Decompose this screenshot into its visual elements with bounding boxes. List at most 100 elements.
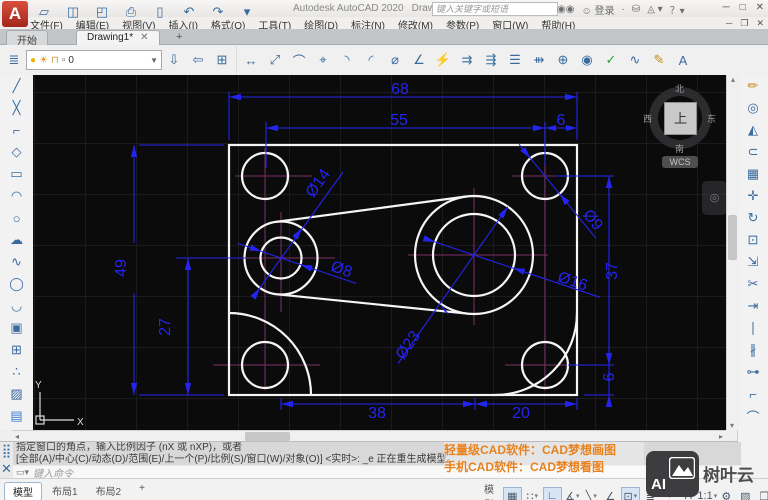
layer-properties-icon[interactable]: ≣ [3,49,25,71]
tolerance-icon[interactable]: ⊕ [552,49,574,71]
dim-angular-icon[interactable]: ∠ [408,49,430,71]
menu-item[interactable]: 文件(F) [30,17,63,29]
dim-text[interactable]: 68 [391,81,409,98]
rectangle-icon[interactable]: ▭ [5,163,29,185]
close-button[interactable]: ✕ [756,2,764,13]
viewcube-top-face[interactable]: 上 [664,102,697,135]
create-block-icon[interactable]: ⊞ [5,339,29,361]
dim-inspect-icon[interactable]: ✓ [600,49,622,71]
stretch-icon[interactable]: ⇲ [741,251,765,273]
menu-item[interactable]: 编辑(E) [76,17,109,29]
insert-block-icon[interactable]: ▣ [5,317,29,339]
wcs-badge[interactable]: WCS [662,156,698,168]
polar-icon[interactable]: ∡▾ [564,488,581,500]
dim-text[interactable]: 6 [601,372,618,381]
menu-item[interactable]: 修改(M) [398,17,433,29]
layer-freeze-icon[interactable]: ☀ [39,55,48,66]
osnap-icon[interactable]: ⊡▾ [621,487,640,500]
layout-tab-模型[interactable]: 模型 [4,482,42,500]
layer-on-icon[interactable]: ● [30,55,36,66]
search-icon[interactable]: ◉◉ [557,4,574,15]
rotate-icon[interactable]: ↻ [741,207,765,229]
gradient-icon[interactable]: ▤ [5,405,29,427]
dim-text[interactable]: Ø9 [579,207,606,234]
scroll-up-icon[interactable]: ▴ [731,75,735,84]
dim-jogged-icon[interactable]: ◜ [360,49,382,71]
menu-item[interactable]: 标注(N) [351,17,385,29]
polygon-icon[interactable]: ◇ [5,141,29,163]
dim-break-icon[interactable]: ⇻ [528,49,550,71]
move-icon[interactable]: ✛ [741,185,765,207]
hatch-icon[interactable]: ▨ [5,383,29,405]
otrack-icon[interactable]: ∠ [602,488,619,500]
chamfer-icon[interactable]: ⌐ [741,383,765,405]
copy-icon[interactable]: ◎ [741,97,765,119]
point-icon[interactable]: ∴ [5,361,29,383]
quick-dim-icon[interactable]: ⚡ [432,49,454,71]
app-logo[interactable]: A [2,1,28,27]
hscroll-thumb[interactable] [245,432,290,441]
scroll-down-icon[interactable]: ▾ [730,421,734,430]
recent-commands-icon[interactable]: ▭▾ [16,467,29,478]
menu-item[interactable]: 视图(V) [122,17,155,29]
layer-lock-icon[interactable]: ⊓ [51,55,59,66]
dim-text[interactable]: Ø16 [555,269,589,295]
menu-item[interactable]: 插入(I) [168,17,197,29]
spline-icon[interactable]: ∿ [5,251,29,273]
maximize-button[interactable]: □ [740,2,746,13]
break-icon[interactable]: ∦ [741,339,765,361]
dim-text[interactable]: 6 [557,112,566,129]
navigation-bar[interactable]: ◎ [702,181,727,215]
mdi-button[interactable]: ─ [726,18,732,29]
dim-ordinate-icon[interactable]: ⌖ [312,49,334,71]
dim-jogline-icon[interactable]: ∿ [624,49,646,71]
help-search-input[interactable]: 键入关键字或短语 [432,2,558,16]
dim-text[interactable]: 20 [512,405,530,422]
snap-icon[interactable]: ∷▾ [524,488,541,500]
menu-item[interactable]: 帮助(H) [541,17,575,29]
layer-previous-icon[interactable]: ⇦ [187,49,209,71]
menu-item[interactable]: 绘图(D) [304,17,338,29]
ortho-icon[interactable]: ∟ [543,487,562,500]
cart-icon[interactable]: ⛁ [632,4,640,15]
layer-states-icon[interactable]: ⊞ [211,49,233,71]
revcloud-icon[interactable]: ☁ [5,229,29,251]
grid-icon[interactable]: ▦ [503,487,522,500]
menu-item[interactable]: 参数(P) [446,17,479,29]
viewcube-south-label[interactable]: 南 [675,142,684,155]
user-icon[interactable]: ☺ 登录 [581,2,614,17]
ellipse-arc-icon[interactable]: ◡ [5,295,29,317]
dim-radius-icon[interactable]: ◝ [336,49,358,71]
dim-baseline-icon[interactable]: ⇉ [456,49,478,71]
trim-icon[interactable]: ✂ [741,273,765,295]
chevron-down-icon[interactable]: ▼ [150,56,158,65]
layout-tab-+[interactable]: + [131,482,153,500]
dimension-lines[interactable] [134,92,614,410]
polyline-icon[interactable]: ⌐ [5,119,29,141]
new-tab-button[interactable]: + [176,31,182,43]
viewcube-east-label[interactable]: 东 [707,112,716,125]
model-space-label[interactable]: 模型 [484,481,499,500]
apps-icon[interactable]: ◬ ▾ [647,4,663,15]
dim-text[interactable]: Ø14 [303,166,334,201]
menu-item[interactable]: 工具(T) [258,17,291,29]
dim-linear-icon[interactable]: ↔ [240,49,262,71]
dim-textedit-icon[interactable]: A [672,49,694,71]
dim-arclength-icon[interactable]: ⌒ [288,49,310,71]
circle-icon[interactable]: ○ [5,207,29,229]
menu-item[interactable]: 格式(O) [211,17,245,29]
center-mark-icon[interactable]: ◉ [576,49,598,71]
mdi-button[interactable]: ✕ [756,18,764,29]
ellipse-icon[interactable]: ◯ [5,273,29,295]
corner-arc[interactable] [229,313,311,395]
fillet-icon[interactable]: ⌒ [741,405,765,427]
join-icon[interactable]: ⊶ [741,361,765,383]
arc-icon[interactable]: ◠ [5,185,29,207]
array-icon[interactable]: ▦ [741,163,765,185]
dim-text[interactable]: 38 [368,405,386,422]
layer-color-icon[interactable]: ▫ [62,55,66,66]
dim-edit-icon[interactable]: ✎ [648,49,670,71]
layer-dropdown[interactable]: ●☀⊓▫0▼ [26,50,162,70]
dim-text[interactable]: 49 [113,259,130,277]
break-point-icon[interactable]: ∣ [741,317,765,339]
